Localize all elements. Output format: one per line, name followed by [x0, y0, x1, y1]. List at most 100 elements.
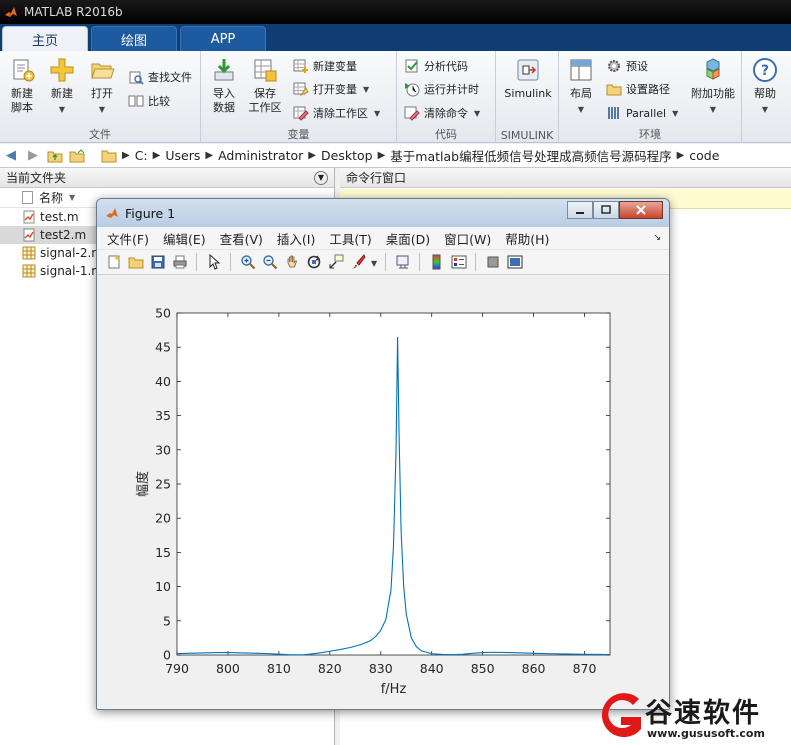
parallel-dropdown-icon: ▼ — [672, 108, 679, 118]
breadcrumb-separator-icon: ▶ — [122, 150, 130, 161]
edit-plot-button[interactable] — [205, 254, 222, 271]
menu-view[interactable]: 查看(V) — [220, 229, 263, 248]
app-title: MATLAB R2016b — [24, 5, 123, 19]
breadcrumb: ▶ C: ▶ Users ▶ Administrator ▶ Desktop ▶… — [122, 146, 719, 165]
ribbon-group-variable: 导入 数据 保存 工作区 新建变量 打开变量 ▼ 清除工作区 ▼ 变量 — [201, 51, 397, 143]
colorbar-button[interactable] — [428, 254, 445, 271]
close-button[interactable] — [619, 201, 663, 219]
save-workspace-button[interactable]: 保存 工作区 — [245, 57, 285, 115]
toolbar-separator — [419, 253, 421, 271]
menu-insert[interactable]: 插入(I) — [277, 229, 315, 248]
print-figure-button[interactable] — [171, 254, 188, 271]
forward-arrow-icon[interactable]: ▶ — [24, 148, 42, 164]
clear-commands-button[interactable]: 清除命令 ▼ — [404, 103, 480, 123]
zoom-in-button[interactable] — [239, 254, 256, 271]
tab-home[interactable]: 主页 — [2, 26, 88, 51]
run-and-time-icon — [405, 83, 420, 97]
group-label-environment: 环境 — [639, 128, 661, 141]
clear-commands-dropdown-icon: ▼ — [474, 108, 481, 118]
ribbon-group-file: 新建 脚本 新建 ▼ 打开 ▼ 查找文件 比较 文件 — [0, 51, 201, 143]
legend-button[interactable] — [450, 254, 467, 271]
menu-window[interactable]: 窗口(W) — [444, 229, 491, 248]
minimize-button[interactable] — [567, 201, 593, 219]
breadcrumb-code[interactable]: code — [689, 148, 719, 163]
show-plot-tools-icon — [507, 255, 523, 269]
open-file-button[interactable] — [127, 254, 144, 271]
tab-apps[interactable]: APP — [180, 26, 266, 51]
y-tick-label: 5 — [163, 613, 171, 628]
brush-dropdown-icon[interactable]: ▼ — [371, 259, 377, 268]
y-tick-label: 0 — [163, 648, 171, 663]
import-data-button[interactable]: 导入 数据 — [204, 57, 244, 115]
set-path-button[interactable]: 设置路径 — [606, 79, 670, 99]
layout-button[interactable]: 布局 ▼ — [561, 57, 601, 117]
run-and-time-button[interactable]: 运行并计时 — [404, 79, 479, 99]
menu-desktop[interactable]: 桌面(D) — [386, 229, 430, 248]
set-path-icon — [606, 84, 622, 96]
analyze-code-button[interactable]: 分析代码 — [404, 56, 468, 76]
new-variable-button[interactable]: 新建变量 — [293, 56, 357, 76]
group-label-code: 代码 — [435, 128, 457, 141]
new-script-button[interactable]: 新建 脚本 — [2, 57, 42, 115]
link-plot-button[interactable] — [394, 254, 411, 271]
simulink-button[interactable]: Simulink — [501, 57, 555, 101]
breadcrumb-users[interactable]: Users — [165, 148, 200, 163]
figure-titlebar[interactable]: Figure 1 — [97, 199, 669, 227]
arrow-pointer-icon — [209, 254, 220, 270]
find-files-button[interactable]: 查找文件 — [128, 67, 192, 87]
tab-plots[interactable]: 绘图 — [91, 26, 177, 51]
rotate-3d-button[interactable] — [305, 254, 322, 271]
data-cursor-button[interactable] — [327, 254, 344, 271]
parallel-button[interactable]: Parallel ▼ — [606, 103, 678, 123]
close-icon — [636, 205, 646, 215]
import-data-icon — [214, 59, 234, 81]
open-button[interactable]: 打开 ▼ — [82, 57, 122, 117]
breadcrumb-desktop[interactable]: Desktop — [321, 148, 373, 163]
svg-text:?: ? — [761, 63, 769, 79]
new-button[interactable]: 新建 ▼ — [42, 57, 82, 117]
compare-button[interactable]: 比较 — [128, 91, 170, 111]
breadcrumb-drive[interactable]: C: — [135, 148, 148, 163]
save-figure-button[interactable] — [149, 254, 166, 271]
panel-menu-icon[interactable]: ▼ — [314, 170, 328, 185]
brush-button[interactable] — [349, 254, 366, 271]
clear-workspace-icon — [293, 106, 309, 121]
menu-help[interactable]: 帮助(H) — [505, 229, 549, 248]
show-plot-tools-button[interactable] — [506, 254, 523, 271]
menu-edit[interactable]: 编辑(E) — [163, 229, 206, 248]
y-tick-label: 50 — [155, 306, 171, 321]
grid-file-icon — [22, 246, 36, 260]
file-name: signal-1.m — [40, 264, 103, 278]
figure-window[interactable]: Figure 1 文件(F) 编辑(E) 查看(V) 插入(I) 工具(T) 桌… — [96, 198, 670, 710]
command-window-header: 命令行窗口 — [340, 168, 791, 188]
open-variable-button[interactable]: 打开变量 ▼ — [293, 79, 369, 99]
clear-workspace-button[interactable]: 清除工作区 ▼ — [293, 103, 380, 123]
breadcrumb-administrator[interactable]: Administrator — [218, 148, 303, 163]
menubar-dock-icon[interactable]: ↘ — [653, 233, 661, 243]
plot-area[interactable]: 790 800 810 820 830 840 850 860 870 0 5 10 15 20 25 30 3… — [102, 277, 664, 704]
zoom-out-button[interactable] — [261, 254, 278, 271]
pan-button[interactable] — [283, 254, 300, 271]
menu-tools[interactable]: 工具(T) — [329, 229, 371, 248]
help-button[interactable]: ? 帮助 ▼ — [745, 57, 785, 117]
maximize-button[interactable] — [593, 201, 619, 219]
ribbon: 新建 脚本 新建 ▼ 打开 ▼ 查找文件 比较 文件 导入 数据 保存 工作区 … — [0, 51, 791, 143]
hide-plot-tools-button[interactable] — [484, 254, 501, 271]
menu-file[interactable]: 文件(F) — [107, 229, 149, 248]
ribbon-tabstrip: 主页 绘图 APP — [0, 24, 791, 51]
up-folder-icon[interactable] — [46, 148, 64, 164]
x-tick-label: 840 — [420, 661, 444, 676]
browse-folder-icon[interactable] — [68, 148, 86, 164]
preferences-button[interactable]: 预设 — [606, 56, 648, 76]
group-label-simulink: SIMULINK — [500, 129, 554, 142]
toolbar-separator — [475, 253, 477, 271]
chart-svg[interactable]: 790 800 810 820 830 840 850 860 870 0 5 10 15 20 25 30 3… — [102, 277, 664, 704]
back-arrow-icon[interactable]: ◀ — [2, 148, 20, 164]
x-tick-label: 800 — [216, 661, 240, 676]
breadcrumb-project[interactable]: 基于matlab编程低频信号处理成高频信号源码程序 — [390, 146, 671, 165]
zoom-in-icon — [240, 255, 255, 270]
new-figure-button[interactable] — [105, 254, 122, 271]
addons-button[interactable]: 附加功能 ▼ — [687, 57, 739, 117]
addons-dropdown-icon: ▼ — [709, 105, 717, 114]
figure-title: Figure 1 — [125, 205, 176, 221]
